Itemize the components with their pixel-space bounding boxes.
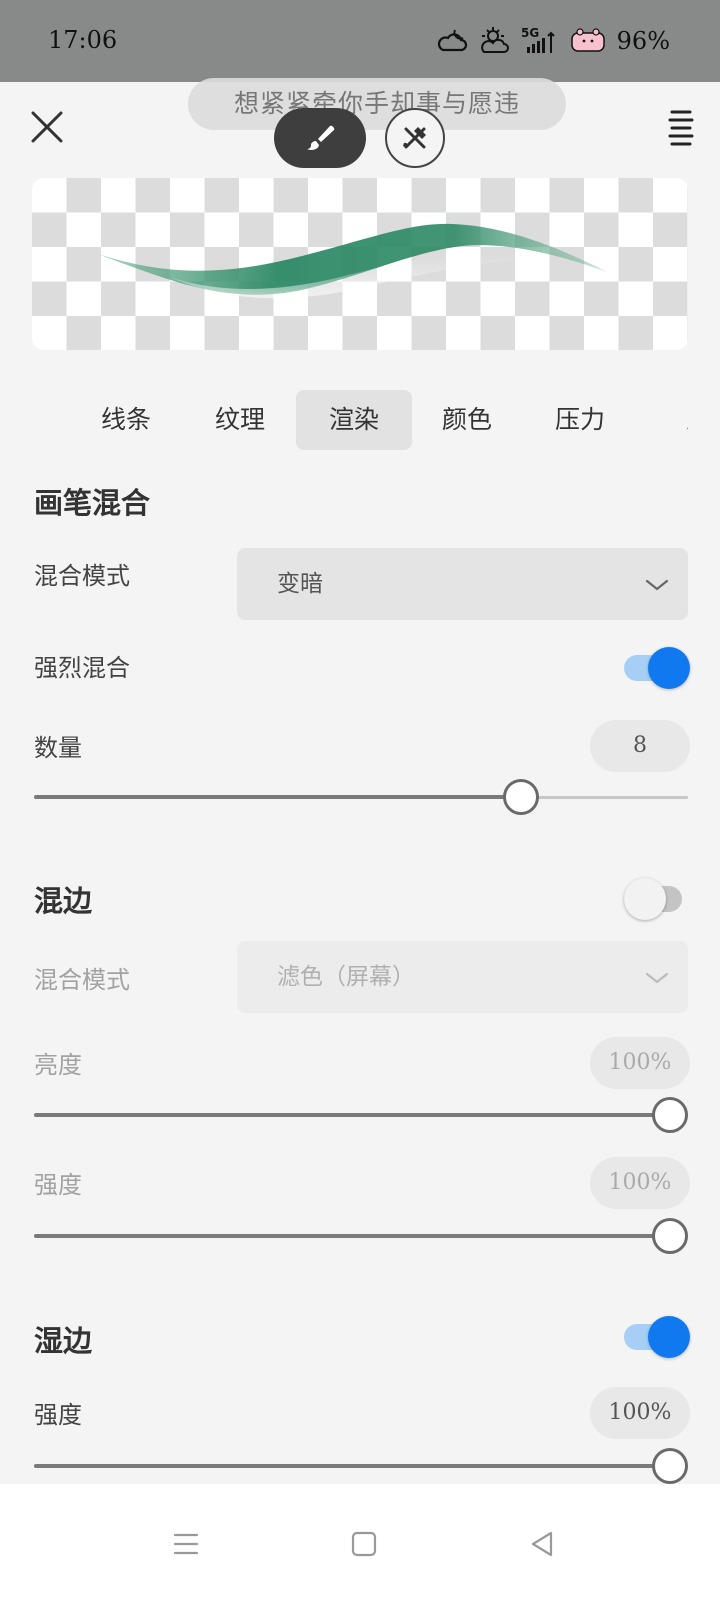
status-icons: 5G 96% <box>437 24 670 58</box>
stroke-preview-graphic <box>98 223 607 299</box>
brush-tool-button[interactable] <box>274 108 366 168</box>
brightness-value-field[interactable]: 100% <box>590 1037 690 1089</box>
brush-blend-mode-value: 变暗 <box>277 571 323 597</box>
wet-edge-strength-label: 强度 <box>34 1401 82 1429</box>
brush-editor-header: 想紧紧牵你手却事与愿违 <box>0 78 720 174</box>
weather-cloudy-sun-icon <box>479 24 511 58</box>
tab-pressure[interactable]: 压力 <box>522 390 638 450</box>
blend-edge-strength-value-field[interactable]: 100% <box>590 1157 690 1209</box>
close-button[interactable] <box>28 108 66 146</box>
blend-edge-strength-label: 强度 <box>34 1171 82 1199</box>
blend-edge-mode-value: 滤色（屏幕） <box>277 964 415 990</box>
blend-edge-strength-slider[interactable] <box>34 1218 688 1254</box>
eraser-icon <box>403 127 426 149</box>
tab-texture[interactable]: 纹理 <box>182 390 298 450</box>
svg-text:5G: 5G <box>521 26 539 40</box>
close-icon <box>31 111 63 143</box>
tab-color[interactable]: 颜色 <box>409 390 525 450</box>
wet-edge-toggle[interactable] <box>624 1316 690 1358</box>
chevron-down-icon <box>645 972 669 984</box>
settings-tabs: ː 线条 纹理 渲染 颜色 压力 丿 <box>32 390 688 450</box>
brush-stroke-preview <box>32 178 688 350</box>
amount-slider[interactable] <box>34 779 688 815</box>
status-bar: 17:06 5G 96% <box>0 0 720 82</box>
eraser-tool-button[interactable] <box>385 108 445 168</box>
wet-edge-strength-slider[interactable] <box>34 1448 688 1484</box>
home-icon <box>351 1531 377 1557</box>
amount-slider-thumb[interactable] <box>503 779 540 815</box>
chevron-down-icon <box>645 579 669 591</box>
tab-partial-right[interactable]: 丿 <box>636 390 688 450</box>
wet-edge-strength-value-field[interactable]: 100% <box>590 1387 690 1439</box>
blend-edge-mode-select[interactable]: 滤色（屏幕） <box>237 941 688 1013</box>
lyric-banner: 想紧紧牵你手却事与愿违 <box>188 78 566 130</box>
amount-label: 数量 <box>34 734 82 762</box>
weather-cloudy-night-icon <box>437 24 469 58</box>
amount-value-field[interactable]: 8 <box>590 720 690 772</box>
menu-button[interactable] <box>668 108 694 148</box>
brightness-slider[interactable] <box>34 1097 688 1133</box>
recent-apps-button[interactable] <box>162 1520 210 1568</box>
back-icon <box>531 1531 553 1557</box>
home-button[interactable] <box>340 1520 388 1568</box>
menu-icon <box>668 110 694 146</box>
signal-5g-icon: 5G <box>521 24 561 58</box>
brightness-label: 亮度 <box>34 1051 82 1079</box>
section-title-blend-edge: 混边 <box>34 884 93 918</box>
battery-icon <box>570 24 607 58</box>
recent-apps-icon <box>173 1533 199 1555</box>
intense-blend-label: 强烈混合 <box>34 654 130 682</box>
brightness-slider-thumb[interactable] <box>652 1097 688 1133</box>
section-title-brush-blend: 画笔混合 <box>34 486 151 520</box>
status-time: 17:06 <box>48 26 118 54</box>
blend-edge-toggle[interactable] <box>624 878 690 920</box>
back-button[interactable] <box>518 1520 566 1568</box>
tab-line[interactable]: 线条 <box>68 390 184 450</box>
intense-blend-toggle[interactable] <box>624 647 690 689</box>
system-nav-bar <box>0 1484 720 1604</box>
section-title-wet-edge: 湿边 <box>34 1324 93 1358</box>
battery-percent: 96% <box>616 27 670 55</box>
blend-edge-strength-slider-thumb[interactable] <box>652 1218 688 1254</box>
tab-partial-left[interactable]: ː <box>32 390 42 450</box>
brush-blend-mode-select[interactable]: 变暗 <box>237 548 688 620</box>
tab-render[interactable]: 渲染 <box>296 390 412 450</box>
wet-edge-strength-slider-thumb[interactable] <box>652 1448 688 1484</box>
brush-icon <box>307 125 335 150</box>
brush-blend-mode-label: 混合模式 <box>34 562 130 590</box>
blend-edge-mode-label: 混合模式 <box>34 966 130 994</box>
